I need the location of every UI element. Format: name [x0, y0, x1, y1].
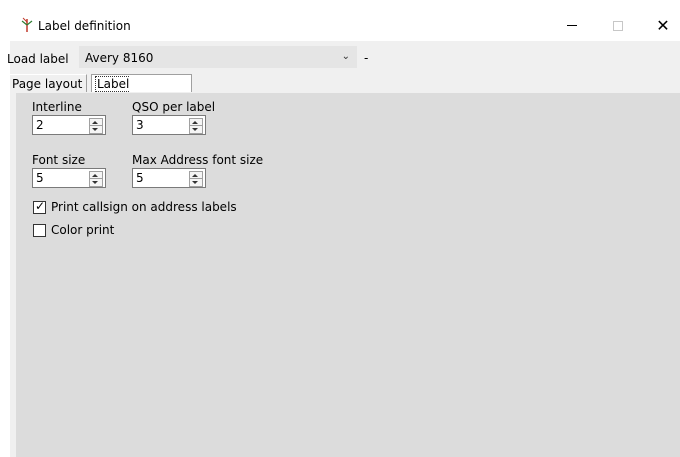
font-size-spinner[interactable]: 5: [32, 168, 106, 188]
max-address-font-size-label: Max Address font size: [132, 153, 264, 167]
label-properties-panel: Interline 2 QSO per label 3 Font size 5 …: [10, 93, 680, 457]
arrow-down-icon: [92, 181, 98, 184]
font-size-stepper-buttons[interactable]: [89, 171, 103, 187]
label-definition-window: Label definition ✕ Load label Avery 8160…: [7, 10, 680, 457]
qso-per-label-label: QSO per label: [132, 100, 216, 114]
checkmark-icon: ✓: [35, 199, 46, 213]
load-label-combobox[interactable]: Avery 8160 ⌄: [79, 46, 357, 68]
qso-per-label-stepper-buttons[interactable]: [189, 118, 203, 134]
qso-per-label-spinner[interactable]: 3: [132, 115, 206, 135]
max-address-font-size-value: 5: [136, 171, 144, 185]
load-label-row: Load label Avery 8160 ⌄ -: [7, 41, 680, 71]
max-address-font-size-stepper-buttons[interactable]: [189, 171, 203, 187]
tab-page-layout[interactable]: Page layout: [8, 74, 87, 92]
window-title: Label definition: [38, 19, 131, 33]
interline-stepper-buttons[interactable]: [89, 118, 103, 134]
print-callsign-checkbox[interactable]: ✓: [33, 199, 46, 214]
load-label-caption: Load label: [7, 52, 69, 66]
arrow-up-icon: [192, 174, 198, 177]
title-bar[interactable]: Label definition ✕: [10, 10, 680, 41]
arrow-up-icon: [92, 121, 98, 124]
maximize-button[interactable]: [598, 10, 638, 41]
arrow-up-icon: [92, 174, 98, 177]
qso-per-label-value: 3: [136, 118, 144, 132]
tab-label-properties[interactable]: Label properties: [91, 74, 192, 110]
load-label-suffix: -: [364, 51, 369, 65]
max-address-font-size-spinner[interactable]: 5: [132, 168, 206, 188]
minimize-button[interactable]: [552, 10, 592, 41]
font-size-value: 5: [36, 171, 44, 185]
load-label-value: Avery 8160: [85, 51, 154, 65]
close-button[interactable]: ✕: [643, 10, 680, 41]
close-icon: ✕: [656, 16, 670, 35]
print-callsign-label[interactable]: Print callsign on address labels: [51, 200, 237, 214]
tab-strip: Page layout Label properties: [8, 71, 680, 110]
antenna-icon: [21, 17, 33, 32]
interline-label: Interline: [32, 100, 82, 114]
arrow-up-icon: [192, 121, 198, 124]
arrow-down-icon: [92, 128, 98, 131]
color-print-checkbox[interactable]: [33, 224, 46, 237]
interline-spinner[interactable]: 2: [32, 115, 106, 135]
minimize-icon: [567, 25, 577, 26]
interline-value: 2: [36, 118, 44, 132]
arrow-down-icon: [192, 128, 198, 131]
maximize-icon: [613, 20, 623, 31]
arrow-down-icon: [192, 181, 198, 184]
font-size-label: Font size: [32, 153, 86, 167]
color-print-label[interactable]: Color print: [51, 223, 114, 237]
chevron-down-icon: ⌄: [341, 51, 350, 62]
